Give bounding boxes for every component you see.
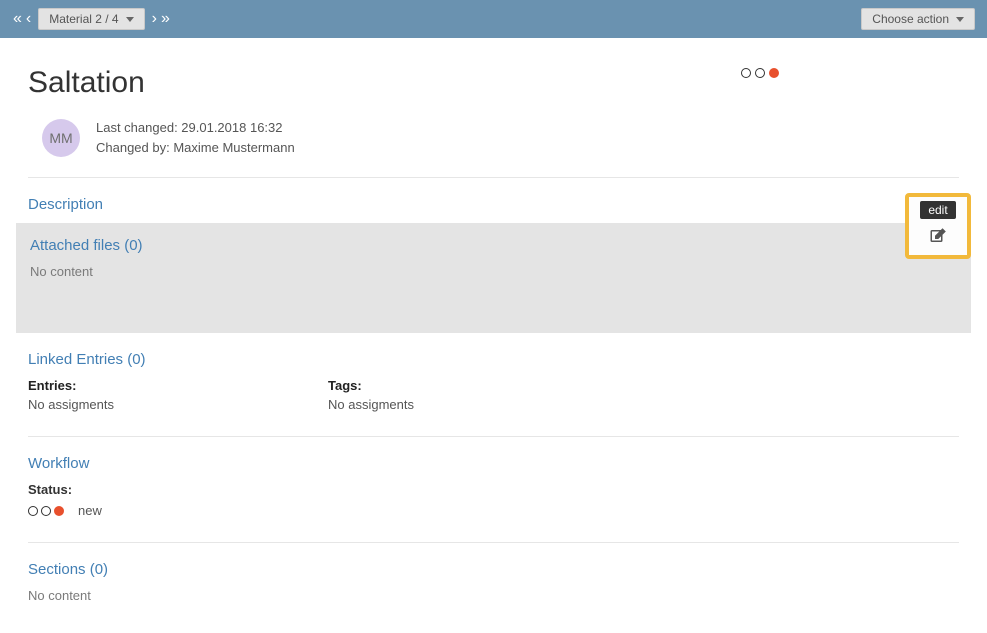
status-indicator-top <box>741 68 779 78</box>
dot-filled-icon <box>54 506 64 516</box>
chevron-prev-icon: ‹ <box>25 10 32 28</box>
sections-no-content: No content <box>28 588 959 603</box>
sections-section: Sections (0) No content <box>28 561 959 603</box>
content-area: Saltation MM Last changed: 29.01.2018 16… <box>0 38 987 633</box>
dot-icon <box>755 68 765 78</box>
choose-action-button[interactable]: Choose action <box>861 8 975 30</box>
sections-heading[interactable]: Sections (0) <box>28 561 959 578</box>
chevron-next-icon: › <box>151 10 158 28</box>
meta-row: MM Last changed: 29.01.2018 16:32 Change… <box>28 118 959 157</box>
nav-first-prev[interactable]: « ‹ <box>12 10 32 28</box>
attached-files-heading[interactable]: Attached files (0) <box>30 237 957 254</box>
linked-entries-section: Linked Entries (0) Entries: No assigment… <box>28 351 959 412</box>
choose-action-label: Choose action <box>872 12 949 26</box>
edit-button[interactable] <box>927 225 949 247</box>
linked-entries-heading[interactable]: Linked Entries (0) <box>28 351 959 368</box>
edit-highlight-box: edit <box>905 193 971 259</box>
changed-by-text: Changed by: Maxime Mustermann <box>96 138 295 158</box>
chevron-down-icon <box>956 17 964 22</box>
divider <box>28 436 959 437</box>
entries-value: No assigments <box>28 397 328 412</box>
edit-tooltip: edit <box>920 201 955 219</box>
dot-filled-icon <box>769 68 779 78</box>
dot-icon <box>28 506 38 516</box>
material-selector-label: Material 2 / 4 <box>49 12 118 26</box>
tags-label: Tags: <box>328 378 628 393</box>
description-heading[interactable]: Description <box>28 196 959 213</box>
entries-label: Entries: <box>28 378 328 393</box>
workflow-section: Workflow Status: new <box>28 455 959 518</box>
last-changed-text: Last changed: 29.01.2018 16:32 <box>96 118 295 138</box>
avatar: MM <box>42 119 80 157</box>
nav-next-last[interactable]: › » <box>151 10 171 28</box>
status-value: new <box>78 503 102 518</box>
chevron-last-icon: » <box>160 10 171 28</box>
divider <box>28 177 959 178</box>
dot-icon <box>41 506 51 516</box>
topbar: « ‹ Material 2 / 4 › » Choose action <box>0 0 987 38</box>
page-title: Saltation <box>28 66 145 100</box>
chevron-first-icon: « <box>12 10 23 28</box>
divider <box>28 542 959 543</box>
status-label: Status: <box>28 482 959 497</box>
material-selector-button[interactable]: Material 2 / 4 <box>38 8 144 30</box>
edit-icon <box>929 227 947 245</box>
attached-no-content: No content <box>30 264 957 279</box>
tags-value: No assigments <box>328 397 628 412</box>
chevron-down-icon <box>126 17 134 22</box>
dot-icon <box>741 68 751 78</box>
attached-files-section: Attached files (0) No content edit <box>16 223 971 333</box>
workflow-heading[interactable]: Workflow <box>28 455 959 472</box>
status-dots <box>28 506 64 516</box>
